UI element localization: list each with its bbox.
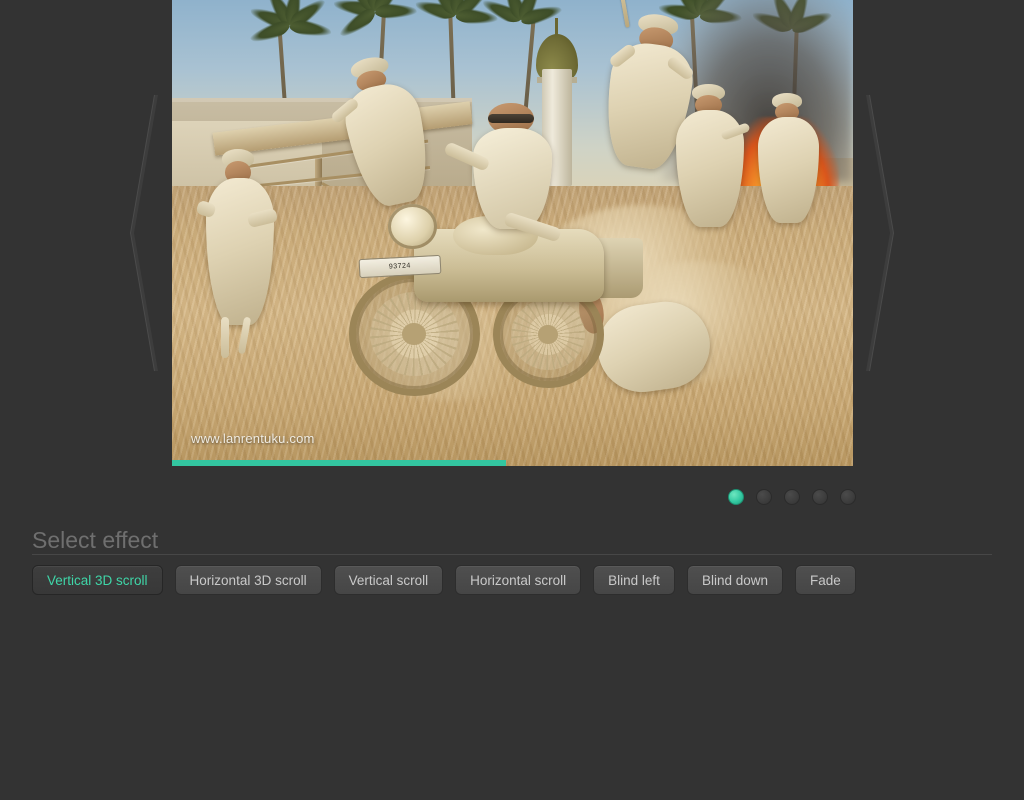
pagination-dot-5[interactable] — [840, 489, 856, 505]
pagination-dot-1[interactable] — [728, 489, 744, 505]
section-title-select-effect: Select effect — [32, 527, 159, 553]
effect-button-group[interactable]: Vertical 3D scroll Horizontal 3D scroll Ve… — [32, 565, 856, 595]
carousel-next-button[interactable] — [852, 0, 912, 466]
motorcycle-rider — [443, 102, 563, 261]
effect-button-blind-down[interactable]: Blind down — [686, 565, 783, 595]
chevron-right-icon — [866, 94, 895, 372]
pagination-dot-3[interactable] — [784, 489, 800, 505]
pagination-dot-4[interactable] — [812, 489, 828, 505]
effect-button-vertical-scroll[interactable]: Vertical scroll — [333, 565, 444, 595]
carousel-prev-button[interactable] — [112, 0, 172, 466]
running-villager — [675, 83, 751, 238]
headlamp — [388, 203, 438, 249]
watermark-text: www.lanrentuku.com — [191, 431, 315, 446]
section-divider — [32, 554, 992, 555]
image-carousel[interactable]: 93724 www.lanrentuku.com — [172, 0, 853, 466]
slide-image: 93724 — [172, 0, 853, 466]
slide-progress-track — [172, 460, 853, 466]
effect-button-horizontal-scroll[interactable]: Horizontal scroll — [455, 565, 582, 595]
chevron-left-icon — [129, 94, 158, 372]
effect-button-fade[interactable]: Fade — [794, 565, 856, 595]
effect-button-blind-left[interactable]: Blind left — [593, 565, 675, 595]
running-villager — [194, 149, 279, 359]
page-root: 93724 www.lanrentuku.com Select effect V… — [0, 0, 1024, 800]
carousel-slide[interactable]: 93724 www.lanrentuku.com — [172, 0, 853, 466]
carousel-pagination[interactable] — [728, 489, 856, 505]
pagination-dot-2[interactable] — [756, 489, 772, 505]
running-villager — [757, 93, 819, 233]
effect-button-vertical-3d-scroll[interactable]: Vertical 3D scroll — [32, 565, 163, 595]
slide-progress-fill — [172, 460, 506, 466]
effect-button-horizontal-3d-scroll[interactable]: Horizontal 3D scroll — [174, 565, 322, 595]
